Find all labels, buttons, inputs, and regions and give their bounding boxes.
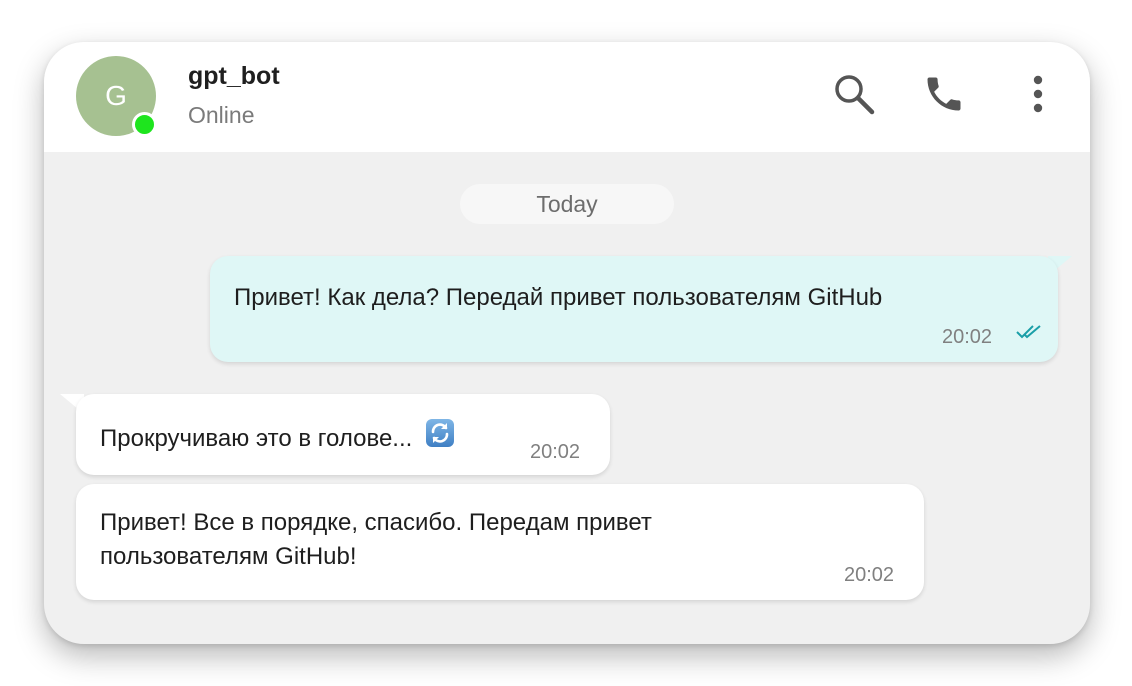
message-time: 20:02: [530, 441, 581, 463]
message-text: Привет! Как дела? Передай привет пользов…: [234, 284, 883, 311]
more-options-button[interactable]: [1014, 70, 1062, 118]
incoming-message[interactable]: Привет! Все в порядке, спасибо. Передам …: [76, 484, 924, 600]
more-vertical-icon: [1033, 75, 1043, 113]
phone-icon: [927, 77, 961, 111]
message-time: 20:02: [844, 564, 895, 586]
outgoing-message[interactable]: Привет! Как дела? Передай привет пользов…: [210, 256, 1058, 362]
message-text: Прокручиваю это в голове...: [100, 425, 413, 452]
avatar-letter: G: [105, 80, 127, 111]
incoming-message[interactable]: Прокручиваю это в голове... 20:02: [76, 394, 610, 475]
message-text: Привет! Все в порядке, спасибо. Передам …: [100, 506, 652, 574]
date-separator: Today: [460, 184, 674, 224]
contact-name[interactable]: gpt_bot: [188, 62, 280, 91]
call-button[interactable]: [920, 70, 968, 118]
message-text-line: Привет! Все в порядке, спасибо. Передам …: [100, 509, 652, 536]
chat-header: G gpt_bot Online: [44, 42, 1090, 152]
online-status-dot: [132, 112, 157, 137]
message-text-line: пользователям GitHub!: [100, 543, 357, 570]
search-icon: [835, 75, 875, 115]
search-button[interactable]: [830, 70, 878, 118]
contact-status: Online: [188, 102, 255, 128]
refresh-emoji: [425, 419, 454, 447]
chat-window: G gpt_bot Online Today Привет! Как дела?…: [44, 42, 1090, 644]
double-check-icon: [1016, 325, 1041, 339]
message-time: 20:02: [942, 326, 993, 348]
